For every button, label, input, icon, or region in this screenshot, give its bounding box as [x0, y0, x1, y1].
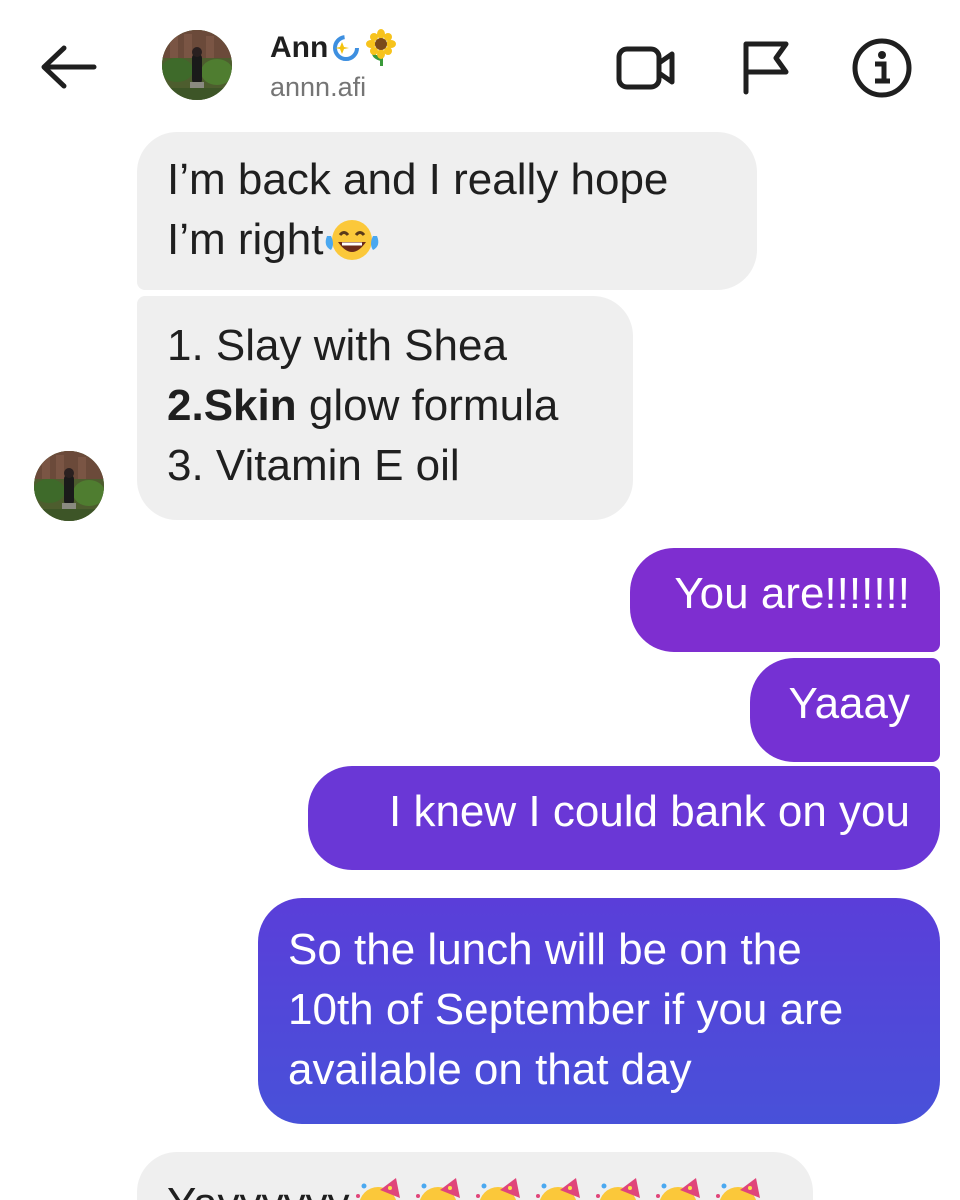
- message-text: You are!!!!!!!: [674, 569, 910, 618]
- party-face-emoji: [470, 1176, 530, 1200]
- message-bubble-incoming[interactable]: Yayyyyyy: [137, 1152, 813, 1200]
- party-face-emoji: [590, 1176, 650, 1200]
- message-text: available on that day: [288, 1045, 692, 1094]
- flag-icon: [743, 41, 789, 95]
- message-bubble-incoming[interactable]: I’m back and I really hope I’m right: [137, 132, 757, 290]
- message-text: I’m back and I really hope: [167, 155, 669, 204]
- chat-header: Ann annn.afi: [0, 0, 960, 130]
- report-flag-button[interactable]: [734, 36, 798, 100]
- message-text: 3. Vitamin E oil: [167, 441, 460, 490]
- party-face-emoji: [710, 1176, 770, 1200]
- sunflower-emoji: [364, 29, 398, 67]
- message-bubble-outgoing[interactable]: So the lunch will be on the 10th of Sept…: [258, 898, 940, 1124]
- laughing-tears-emoji: [323, 218, 381, 278]
- dm-thread-screen: Ann annn.afi I’m back and I really hope …: [0, 0, 960, 1200]
- sender-avatar[interactable]: [34, 451, 104, 521]
- message-text: Yaaay: [788, 679, 911, 728]
- message-bubble-outgoing[interactable]: You are!!!!!!!: [630, 548, 940, 652]
- party-face-emoji: [530, 1176, 590, 1200]
- party-face-emoji: [350, 1176, 410, 1200]
- info-button[interactable]: [850, 36, 914, 100]
- avatar-photo: [34, 451, 104, 521]
- message-text: 10th of September if you are: [288, 985, 844, 1034]
- party-face-emoji: [410, 1176, 470, 1200]
- message-text: I knew I could bank on you: [389, 787, 910, 836]
- message-bubble-outgoing[interactable]: I knew I could bank on you: [308, 766, 940, 870]
- contact-name-row[interactable]: Ann: [270, 28, 398, 68]
- message-text: Yayyyyyy: [167, 1179, 350, 1200]
- video-call-button[interactable]: [614, 36, 678, 100]
- message-bubble-incoming[interactable]: 1. Slay with Shea 2.Skin glow formula 3.…: [137, 296, 633, 520]
- contact-handle: annn.afi: [270, 72, 367, 102]
- back-arrow-icon: [41, 45, 97, 89]
- contact-avatar[interactable]: [162, 30, 232, 100]
- message-text-bold: 2.Skin: [167, 381, 297, 430]
- message-text: So the lunch will be on the: [288, 925, 802, 974]
- contact-name: Ann: [270, 31, 329, 64]
- back-button[interactable]: [34, 40, 100, 94]
- message-bubble-outgoing[interactable]: Yaaay: [750, 658, 940, 762]
- sparkle-loop-emoji: [330, 32, 362, 64]
- message-text: I’m right: [167, 215, 324, 264]
- party-emoji-row: [350, 1176, 770, 1200]
- video-call-icon: [616, 46, 675, 90]
- message-text: 1. Slay with Shea: [167, 321, 507, 370]
- info-icon: [852, 38, 912, 98]
- message-text: glow formula: [296, 381, 559, 430]
- party-face-emoji: [650, 1176, 710, 1200]
- avatar-photo: [162, 30, 232, 100]
